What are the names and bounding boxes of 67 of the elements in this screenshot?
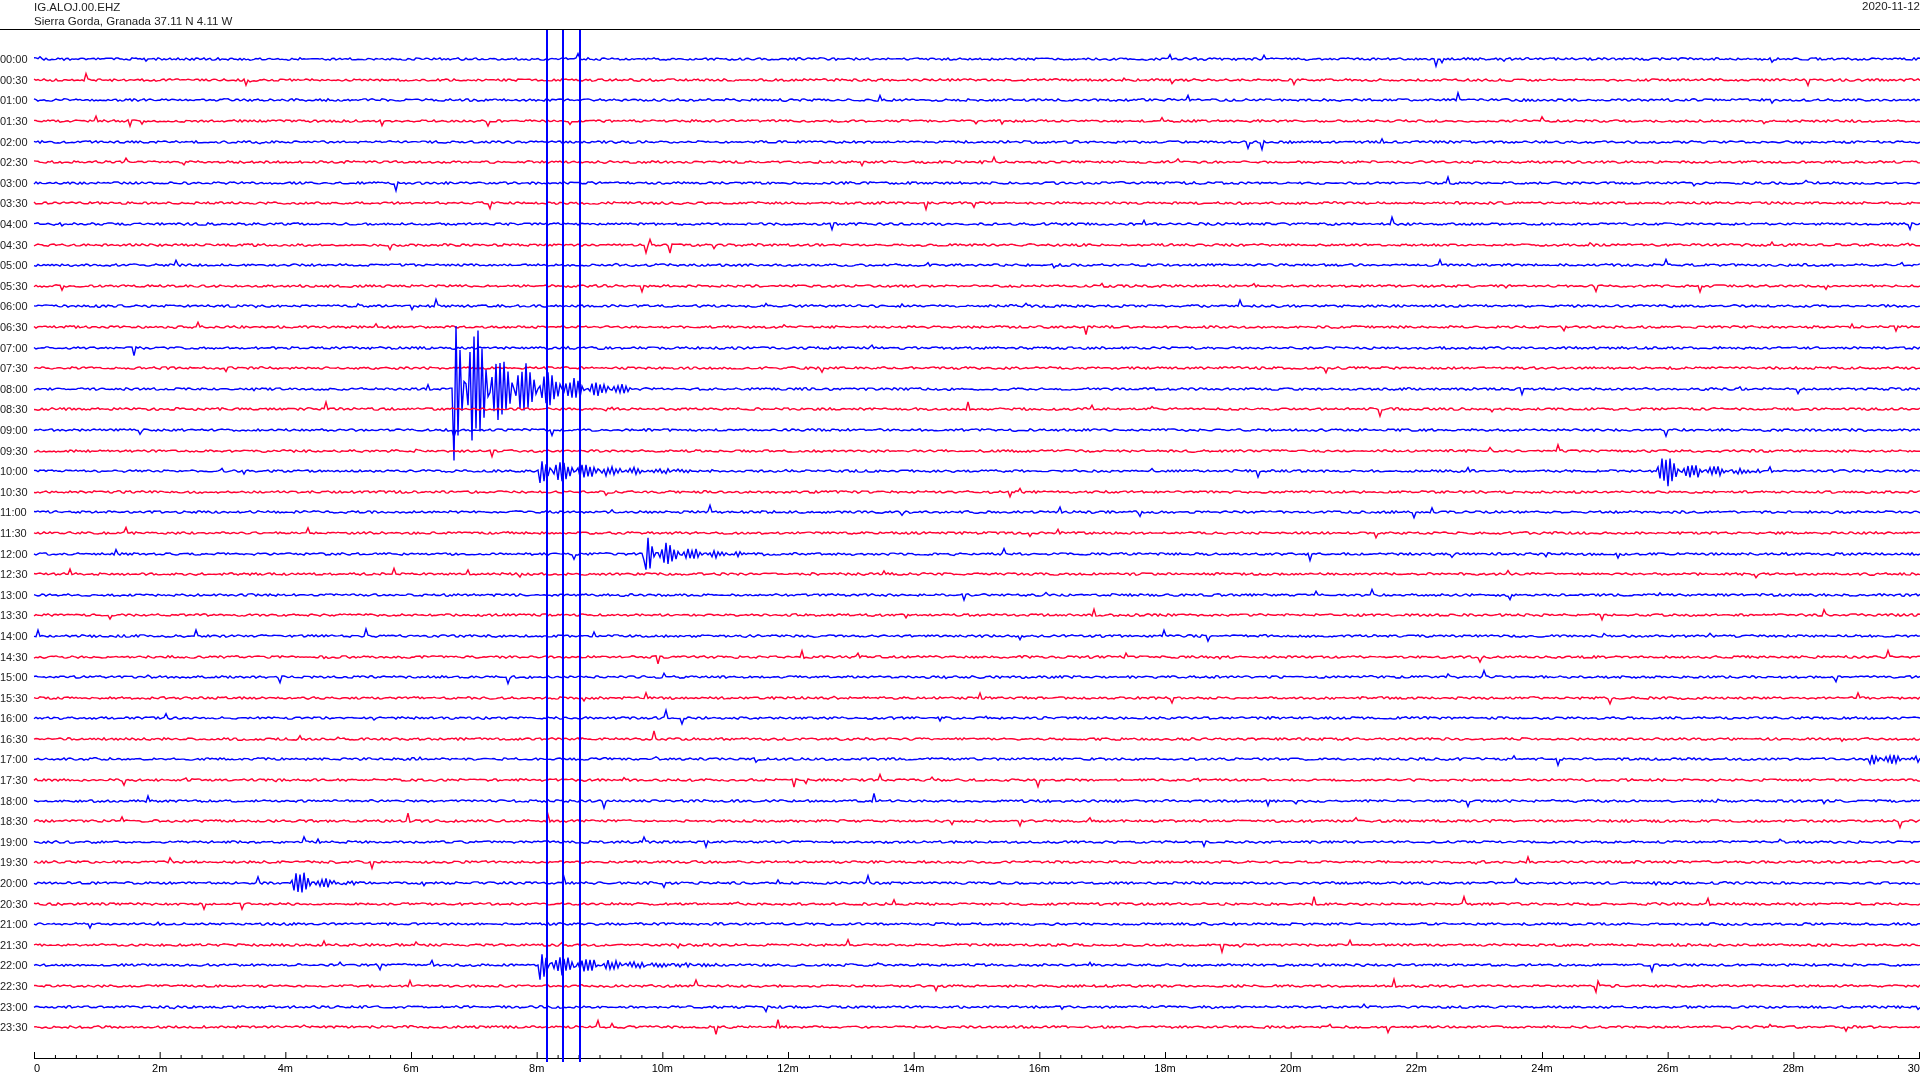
time-label: 14:00	[0, 629, 29, 642]
axis-tick-label: 2m	[152, 1061, 168, 1074]
axis-tick-label: 16m	[1028, 1061, 1051, 1074]
date-label: 2020-11-12	[1862, 0, 1920, 14]
time-label: 12:30	[0, 568, 29, 581]
time-label: 13:30	[0, 609, 29, 622]
axis-tick-label: 24m	[1531, 1061, 1553, 1074]
time-label: 21:00	[0, 918, 29, 931]
axis-tick-label: 20m	[1279, 1061, 1302, 1074]
axis-tick-label: 8m	[529, 1061, 545, 1074]
axis-tick-label: 28m	[1782, 1061, 1805, 1074]
time-label: 05:30	[0, 279, 29, 292]
time-label: 07:30	[0, 362, 29, 375]
time-label: 07:00	[0, 341, 29, 354]
time-label: 06:30	[0, 321, 29, 333]
time-label: 17:00	[0, 753, 29, 766]
time-label: 00:30	[0, 73, 29, 86]
time-label: 03:30	[0, 197, 29, 210]
time-label: 05:00	[0, 259, 29, 272]
time-label: 02:30	[0, 156, 29, 169]
time-label: 20:30	[0, 897, 29, 910]
time-label: 09:00	[0, 424, 29, 436]
time-label: 09:30	[0, 444, 29, 457]
time-label: 17:30	[0, 774, 29, 787]
time-label: 18:00	[0, 794, 29, 807]
time-label: 22:30	[0, 980, 29, 992]
time-label: 19:30	[0, 856, 29, 869]
time-label: 14:30	[0, 650, 29, 663]
time-label: 18:30	[0, 815, 29, 828]
station-code: IG.ALOJ.00.EHZ	[34, 0, 122, 14]
time-label: 08:00	[0, 382, 29, 395]
time-label: 06:00	[0, 300, 29, 313]
time-label: 01:30	[0, 115, 29, 128]
time-label: 19:00	[0, 835, 29, 848]
time-label: 04:30	[0, 238, 29, 251]
time-label: 11:00	[0, 506, 28, 519]
time-label: 23:30	[0, 1021, 29, 1034]
time-label: 01:00	[0, 94, 29, 107]
time-label: 08:30	[0, 403, 29, 416]
axis-tick-label: 6m	[403, 1061, 419, 1074]
time-label: 04:00	[0, 218, 29, 231]
time-label: 16:30	[0, 732, 29, 745]
time-label: 12:00	[0, 547, 29, 560]
axis-tick-label: 22m	[1405, 1061, 1428, 1074]
time-label: 21:30	[0, 938, 29, 951]
axis-tick-label: 12m	[777, 1061, 799, 1074]
time-label: 10:00	[0, 465, 29, 478]
time-label: 10:30	[0, 485, 29, 498]
time-label: 15:30	[0, 691, 29, 704]
time-label: 22:00	[0, 959, 29, 972]
time-label: 13:00	[0, 588, 29, 601]
time-label: 03:00	[0, 176, 29, 189]
time-label: 23:00	[0, 1000, 29, 1013]
time-label: 16:00	[0, 712, 29, 725]
axis-tick-label: 10m	[651, 1061, 674, 1074]
time-label: 15:00	[0, 671, 29, 684]
axis-tick-label: 26m	[1656, 1061, 1679, 1074]
time-label: 11:30	[0, 526, 28, 539]
axis-tick-label: 18m	[1154, 1061, 1176, 1074]
axis-tick-label: 0	[34, 1061, 41, 1074]
time-label: 20:00	[0, 877, 29, 890]
time-label: 02:00	[0, 135, 29, 148]
time-label: 00:00	[0, 53, 29, 66]
axis-tick-label: 30	[1907, 1061, 1920, 1074]
station-location: Sierra Gorda, Granada 37.11 N 4.11 W	[34, 14, 233, 28]
axis-tick-label: 14m	[902, 1061, 925, 1074]
axis-tick-label: 4m	[277, 1061, 293, 1074]
